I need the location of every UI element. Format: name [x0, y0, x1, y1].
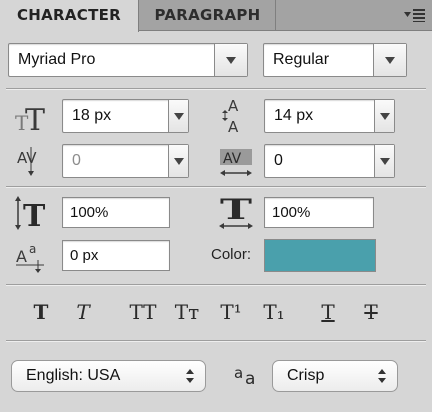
all-caps-button[interactable]: TT — [124, 296, 162, 328]
svg-text:T: T — [220, 195, 252, 226]
horizontal-scale-input[interactable]: 100% — [264, 197, 374, 228]
tracking-select[interactable]: 0 — [264, 144, 395, 178]
svg-text:a: a — [234, 364, 243, 382]
chevron-down-icon[interactable] — [373, 44, 406, 76]
faux-italic-button[interactable]: T — [68, 296, 98, 328]
panel-tab-bar: CHARACTER PARAGRAPH — [0, 0, 432, 32]
chevron-down-icon[interactable] — [214, 44, 247, 76]
kerning-value: 0 — [72, 152, 81, 169]
horizontal-scale-icon: T — [219, 195, 253, 229]
leading-value: 14 px — [274, 107, 314, 124]
svg-text:T: T — [25, 103, 45, 134]
vertical-scale-input[interactable]: 100% — [62, 197, 170, 228]
kerning-select[interactable]: 0 — [62, 144, 189, 178]
font-size-value: 18 px — [72, 107, 112, 124]
vertical-scale-value: 100% — [70, 204, 109, 221]
color-swatch[interactable] — [264, 239, 376, 272]
leading-select[interactable]: 14 px — [264, 99, 395, 133]
svg-text:AV: AV — [223, 151, 242, 167]
font-size-icon: T T — [15, 103, 45, 134]
antialias-icon: a a — [234, 364, 255, 388]
language-value: English: USA — [26, 367, 121, 384]
color-label: Color: — [211, 246, 252, 263]
svg-text:A: A — [228, 97, 239, 115]
chevron-down-icon[interactable] — [168, 100, 188, 132]
font-size-select[interactable]: 18 px — [62, 99, 189, 133]
superscript-button[interactable]: T¹ — [214, 296, 248, 328]
chevron-down-icon[interactable] — [374, 100, 394, 132]
tab-character[interactable]: CHARACTER — [0, 0, 139, 32]
svg-text:T: T — [23, 199, 46, 231]
font-family-select[interactable]: Myriad Pro — [8, 43, 248, 77]
antialias-select[interactable]: Crisp — [272, 360, 398, 392]
svg-text:A: A — [228, 118, 239, 136]
tab-paragraph[interactable]: PARAGRAPH — [140, 0, 276, 31]
baseline-shift-input[interactable]: 0 px — [62, 240, 170, 271]
faux-bold-button[interactable]: T — [26, 296, 56, 328]
updown-chevron-icon — [186, 369, 195, 383]
kerning-icon: AV — [17, 147, 37, 176]
chevron-down-icon[interactable] — [168, 145, 188, 177]
svg-text:a: a — [29, 242, 36, 256]
strikethrough-button[interactable]: T — [356, 296, 386, 328]
divider — [6, 186, 426, 188]
divider — [6, 284, 426, 286]
chevron-down-icon[interactable] — [374, 145, 394, 177]
vertical-scale-icon: T — [15, 196, 46, 231]
font-family-value: Myriad Pro — [18, 51, 96, 68]
baseline-shift-value: 0 px — [70, 247, 99, 264]
tracking-icon: AV — [220, 149, 252, 176]
tracking-value: 0 — [274, 152, 283, 169]
panel-menu-icon[interactable] — [404, 8, 426, 22]
font-style-value: Regular — [273, 51, 330, 68]
small-caps-button[interactable]: Tт — [170, 296, 204, 328]
svg-text:a: a — [245, 369, 255, 388]
divider — [6, 340, 426, 342]
antialias-value: Crisp — [287, 367, 325, 384]
baseline-shift-icon: A a — [16, 242, 44, 273]
svg-text:AV: AV — [17, 149, 37, 167]
subscript-button[interactable]: T₁ — [257, 296, 291, 328]
leading-icon: A A — [222, 97, 239, 136]
underline-button[interactable]: T — [313, 296, 343, 328]
updown-chevron-icon — [378, 369, 387, 383]
horizontal-scale-value: 100% — [272, 204, 311, 221]
divider — [6, 88, 426, 90]
language-select[interactable]: English: USA — [11, 360, 206, 392]
svg-text:A: A — [16, 247, 27, 266]
font-style-select[interactable]: Regular — [263, 43, 407, 77]
